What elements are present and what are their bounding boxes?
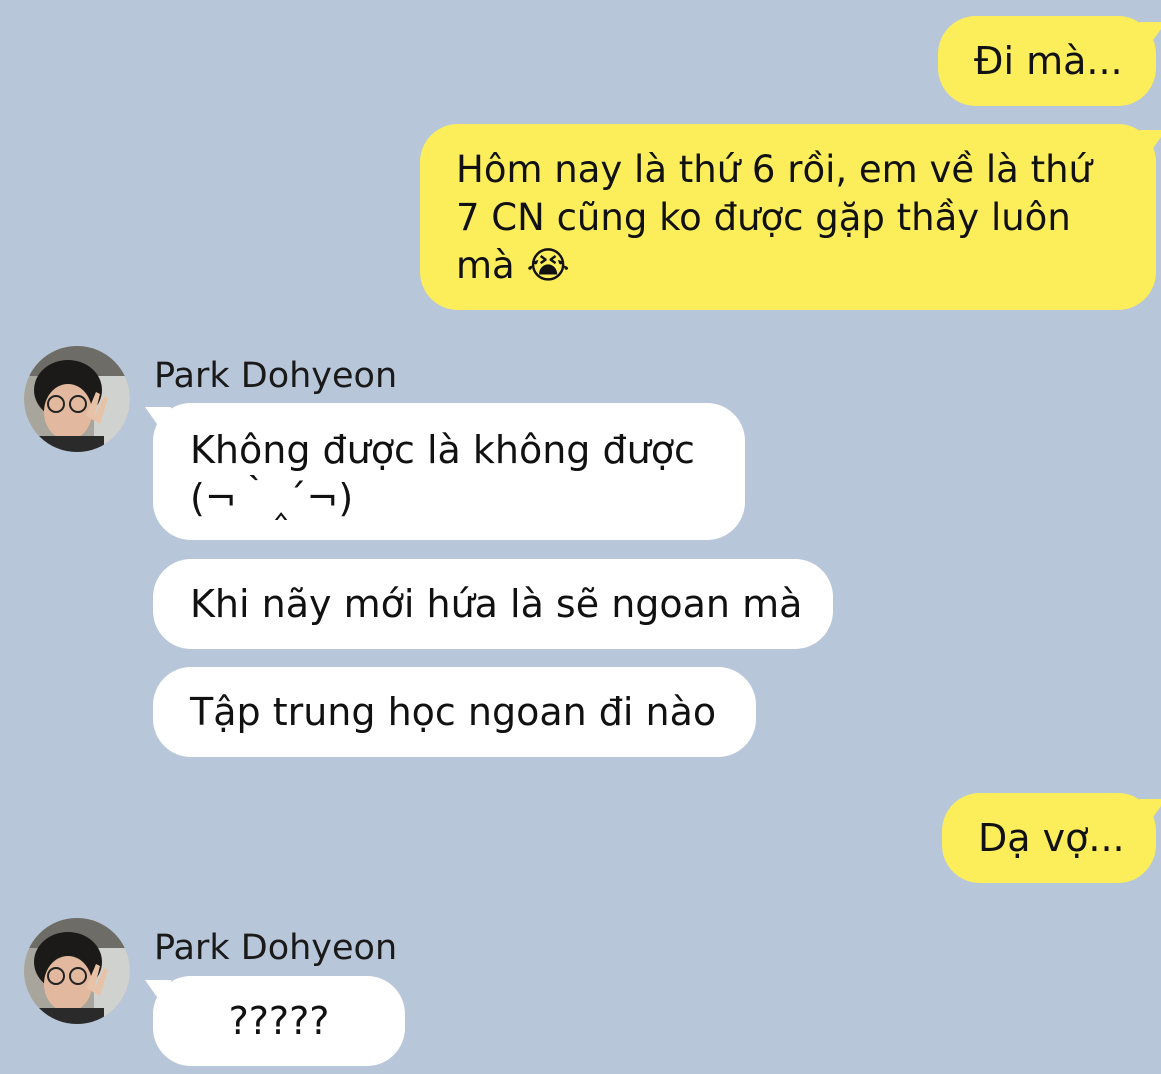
message-bubble-incoming[interactable]: Khi nãy mới hứa là sẽ ngoan mà: [153, 559, 833, 649]
sender-name: Park Dohyeon: [154, 356, 398, 396]
message-bubble-incoming[interactable]: Tập trung học ngoan đi nào: [153, 667, 756, 757]
message-bubble-outgoing[interactable]: Đi mà...: [938, 16, 1156, 106]
message-bubble-outgoing[interactable]: Hôm nay là thứ 6 rồi, em về là thứ 7 CN …: [420, 124, 1156, 310]
message-text: ?????: [228, 999, 330, 1043]
avatar[interactable]: [24, 346, 130, 452]
message-text: Không được là không được (¬｀‸´¬): [190, 428, 707, 520]
message-text: Khi nãy mới hứa là sẽ ngoan mà: [190, 582, 803, 626]
message-bubble-incoming[interactable]: ?????: [153, 976, 405, 1066]
message-bubble-outgoing[interactable]: Dạ vợ...: [942, 793, 1156, 883]
avatar[interactable]: [24, 918, 130, 1024]
message-text: Đi mà...: [974, 39, 1123, 83]
chat-window[interactable]: Đi mà... Hôm nay là thứ 6 rồi, em về là …: [0, 0, 1161, 1074]
message-text: Tập trung học ngoan đi nào: [190, 690, 717, 734]
avatar-photo-icon: [24, 918, 130, 1024]
avatar-photo-icon: [24, 346, 130, 452]
message-text: Dạ vợ...: [978, 816, 1125, 860]
message-text: Hôm nay là thứ 6 rồi, em về là thứ 7 CN …: [456, 148, 1104, 287]
sender-name: Park Dohyeon: [154, 928, 398, 968]
message-bubble-incoming[interactable]: Không được là không được (¬｀‸´¬): [153, 403, 745, 540]
